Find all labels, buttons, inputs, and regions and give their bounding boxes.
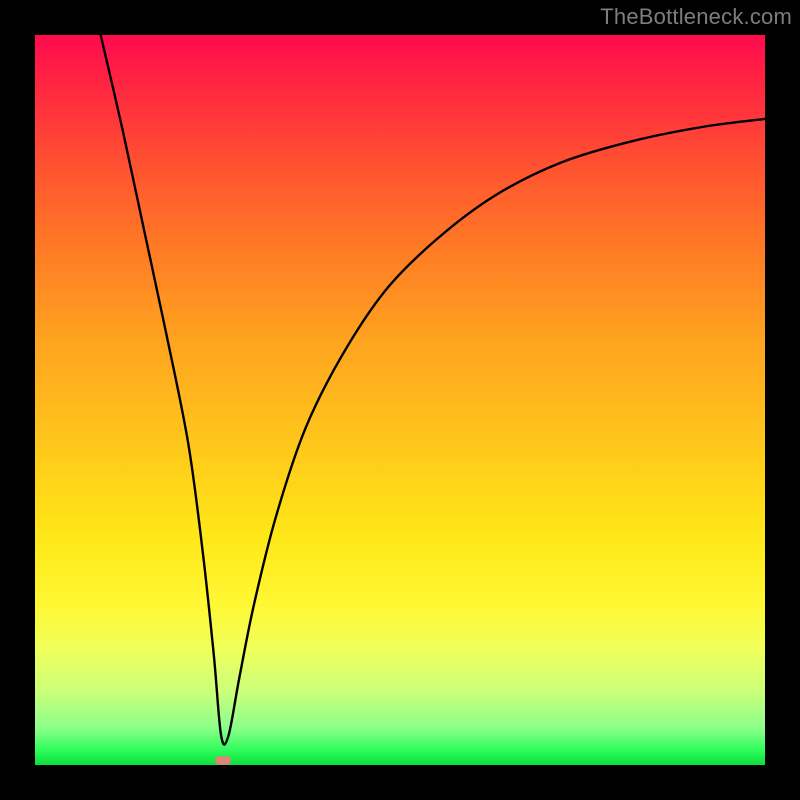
plot-area <box>35 35 765 765</box>
bottleneck-curve <box>35 35 765 765</box>
chart-frame: TheBottleneck.com <box>0 0 800 800</box>
watermark-text: TheBottleneck.com <box>600 4 792 30</box>
optimal-marker <box>215 756 231 765</box>
